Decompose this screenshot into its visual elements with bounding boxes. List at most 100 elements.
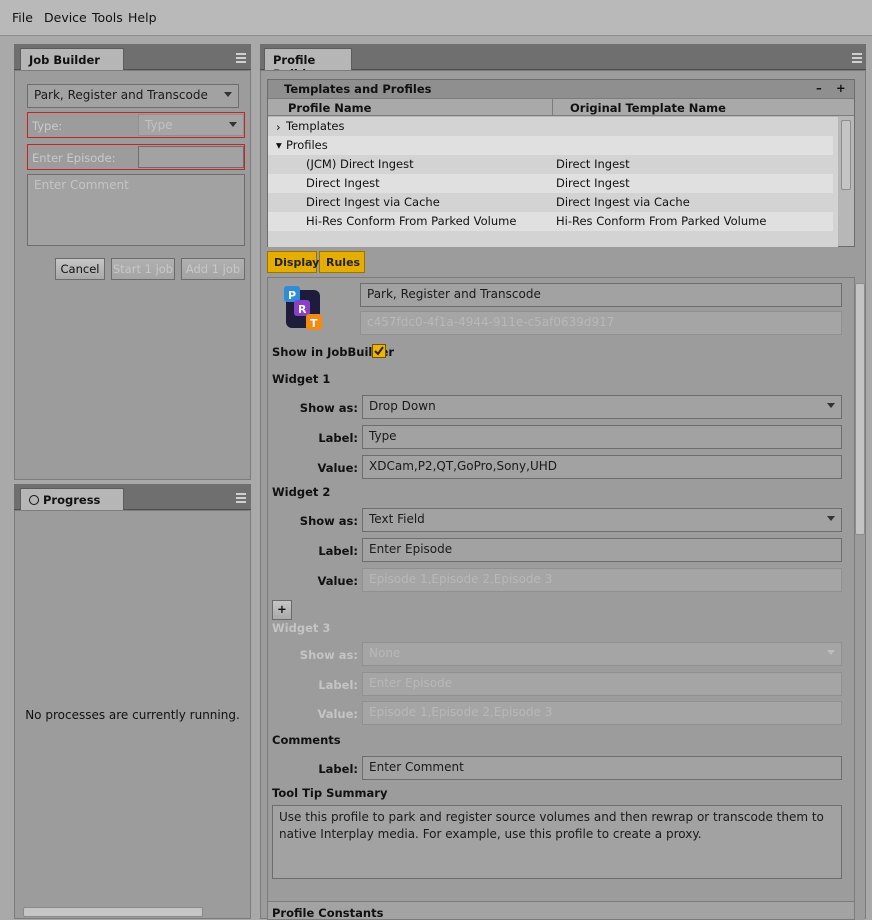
clock-icon — [29, 495, 39, 505]
widget3-value-label: Value: — [317, 707, 358, 721]
start-job-button[interactable]: Start 1 job — [111, 258, 175, 280]
profile-constants-title: Profile Constants — [272, 906, 384, 920]
widget3-show-as-label: Show as: — [299, 648, 358, 662]
templates-title-bar: Templates and Profiles – + — [268, 80, 854, 98]
widget1-label-label: Label: — [318, 431, 358, 445]
chevron-down-icon — [229, 122, 237, 127]
checkmark-icon — [374, 346, 384, 356]
widget1-label-input[interactable]: Type — [362, 425, 842, 449]
row-profile-name: Direct Ingest — [306, 176, 380, 190]
widget3-show-as-value: None — [369, 646, 401, 660]
job-builder-menu-icon[interactable] — [236, 53, 246, 63]
profile-id-field: c457fdc0-4f1a-4944-911e-c5af0639d917 — [360, 311, 842, 335]
row-template-name: Hi-Res Conform From Parked Volume — [556, 214, 767, 228]
progress-header: Progress — [14, 484, 251, 510]
progress-menu-icon[interactable] — [236, 493, 246, 503]
menu-file[interactable]: File — [12, 10, 33, 25]
chevron-down-icon: ▾ — [276, 138, 282, 152]
tab-display[interactable]: Display — [267, 251, 319, 273]
widget2-show-as-select[interactable]: Text Field — [362, 508, 842, 532]
col-original-template[interactable]: Original Template Name — [570, 101, 726, 115]
tab-rules[interactable]: Rules — [319, 251, 365, 273]
row-profile-name: Hi-Res Conform From Parked Volume — [306, 214, 517, 228]
comments-label-label: Label: — [318, 762, 358, 776]
widget1-title: Widget 1 — [272, 372, 331, 386]
add-profile-button[interactable]: + — [836, 81, 846, 95]
episode-label: Enter Episode: — [32, 151, 116, 165]
svg-text:P: P — [288, 289, 296, 302]
menu-tools[interactable]: Tools — [92, 10, 123, 25]
display-scrollbar-thumb[interactable] — [855, 283, 865, 535]
profile-builder-menu-icon[interactable] — [852, 53, 862, 63]
cancel-button[interactable]: Cancel — [55, 258, 105, 280]
templates-scrollbar[interactable] — [841, 120, 851, 190]
svg-text:T: T — [310, 317, 318, 330]
type-select[interactable]: Type — [138, 114, 244, 136]
episode-input[interactable] — [138, 146, 244, 168]
table-row[interactable]: (JCM) Direct Ingest Direct Ingest — [268, 155, 833, 174]
chevron-down-icon — [224, 92, 232, 97]
widget2-title: Widget 2 — [272, 485, 331, 499]
widget3-label-input[interactable]: Enter Episode — [362, 672, 842, 696]
tooltip-title: Tool Tip Summary — [272, 786, 388, 800]
widget3-label-label: Label: — [318, 678, 358, 692]
menu-help[interactable]: Help — [128, 10, 157, 25]
job-builder-header: Job Builder — [14, 44, 251, 70]
tooltip-textarea[interactable]: Use this profile to park and register so… — [272, 805, 842, 879]
progress-horizontal-scrollbar[interactable] — [23, 907, 203, 917]
column-divider — [552, 99, 553, 115]
profile-constants-section[interactable]: Profile Constants — [268, 901, 854, 920]
templates-title: Templates and Profiles — [284, 82, 432, 96]
widget2-label-input[interactable]: Enter Episode — [362, 538, 842, 562]
tab-job-builder[interactable]: Job Builder — [20, 48, 124, 70]
chevron-down-icon — [827, 516, 835, 521]
tab-progress[interactable]: Progress — [20, 488, 124, 510]
menu-device[interactable]: Device — [44, 10, 87, 25]
profile-select-value: Park, Register and Transcode — [34, 88, 208, 102]
row-profile-name: (JCM) Direct Ingest — [306, 157, 414, 171]
widget3-show-as-select[interactable]: None — [362, 642, 842, 666]
episode-widget: Enter Episode: — [27, 144, 245, 170]
chevron-down-icon — [827, 650, 835, 655]
add-widget-button[interactable]: + — [272, 600, 292, 620]
add-job-button[interactable]: Add 1 job — [181, 258, 245, 280]
comment-textarea[interactable]: Enter Comment — [27, 174, 245, 246]
type-label: Type: — [32, 119, 63, 133]
chevron-down-icon — [827, 403, 835, 408]
profile-select[interactable]: Park, Register and Transcode — [27, 84, 239, 108]
widget2-value-input[interactable]: Episode 1,Episode 2,Episode 3 — [362, 568, 842, 592]
menu-bar: File Device Tools Help — [0, 0, 872, 36]
widget1-value-label: Value: — [317, 461, 358, 475]
profile-name-field[interactable]: Park, Register and Transcode — [360, 283, 842, 307]
display-pane: P R T Park, Register and Transcode c457f… — [267, 277, 855, 920]
table-row[interactable]: Hi-Res Conform From Parked Volume Hi-Res… — [268, 212, 833, 231]
widget1-value-input[interactable]: XDCam,P2,QT,GoPro,Sony,UHD — [362, 455, 842, 479]
svg-text:R: R — [298, 303, 307, 316]
chevron-right-icon: › — [276, 120, 281, 134]
row-profile-name: Direct Ingest via Cache — [306, 195, 440, 209]
row-template-name: Direct Ingest — [556, 157, 630, 171]
progress-panel: No processes are currently running. — [14, 510, 251, 919]
comments-label-input[interactable]: Enter Comment — [362, 756, 842, 780]
widget3-value-input[interactable]: Episode 1,Episode 2,Episode 3 — [362, 701, 842, 725]
templates-list: › Templates ▾ Profiles (JCM) Direct Inge… — [268, 117, 838, 247]
widget1-show-as-select[interactable]: Drop Down — [362, 395, 842, 419]
widget2-label-label: Label: — [318, 544, 358, 558]
row-template-name: Direct Ingest — [556, 176, 630, 190]
col-profile-name[interactable]: Profile Name — [288, 101, 371, 115]
profile-builder-panel: Templates and Profiles – + Profile Name … — [260, 70, 866, 920]
comments-title: Comments — [272, 733, 341, 747]
type-select-value: Type — [145, 118, 173, 132]
show-in-jobbuilder-checkbox[interactable] — [372, 344, 386, 358]
remove-profile-button[interactable]: – — [816, 81, 822, 95]
widget2-show-as-value: Text Field — [369, 512, 425, 526]
widget2-value-label: Value: — [317, 574, 358, 588]
table-row[interactable]: Direct Ingest Direct Ingest — [268, 174, 833, 193]
row-template-name: Direct Ingest via Cache — [556, 195, 690, 209]
tab-profile-builder[interactable]: Profile Builder — [264, 48, 352, 81]
tree-row-profiles[interactable]: ▾ Profiles — [268, 136, 833, 155]
tree-row-templates[interactable]: › Templates — [268, 117, 833, 136]
widget1-show-as-value: Drop Down — [369, 399, 436, 413]
table-row[interactable]: Direct Ingest via Cache Direct Ingest vi… — [268, 193, 833, 212]
widget1-show-as-label: Show as: — [299, 401, 358, 415]
